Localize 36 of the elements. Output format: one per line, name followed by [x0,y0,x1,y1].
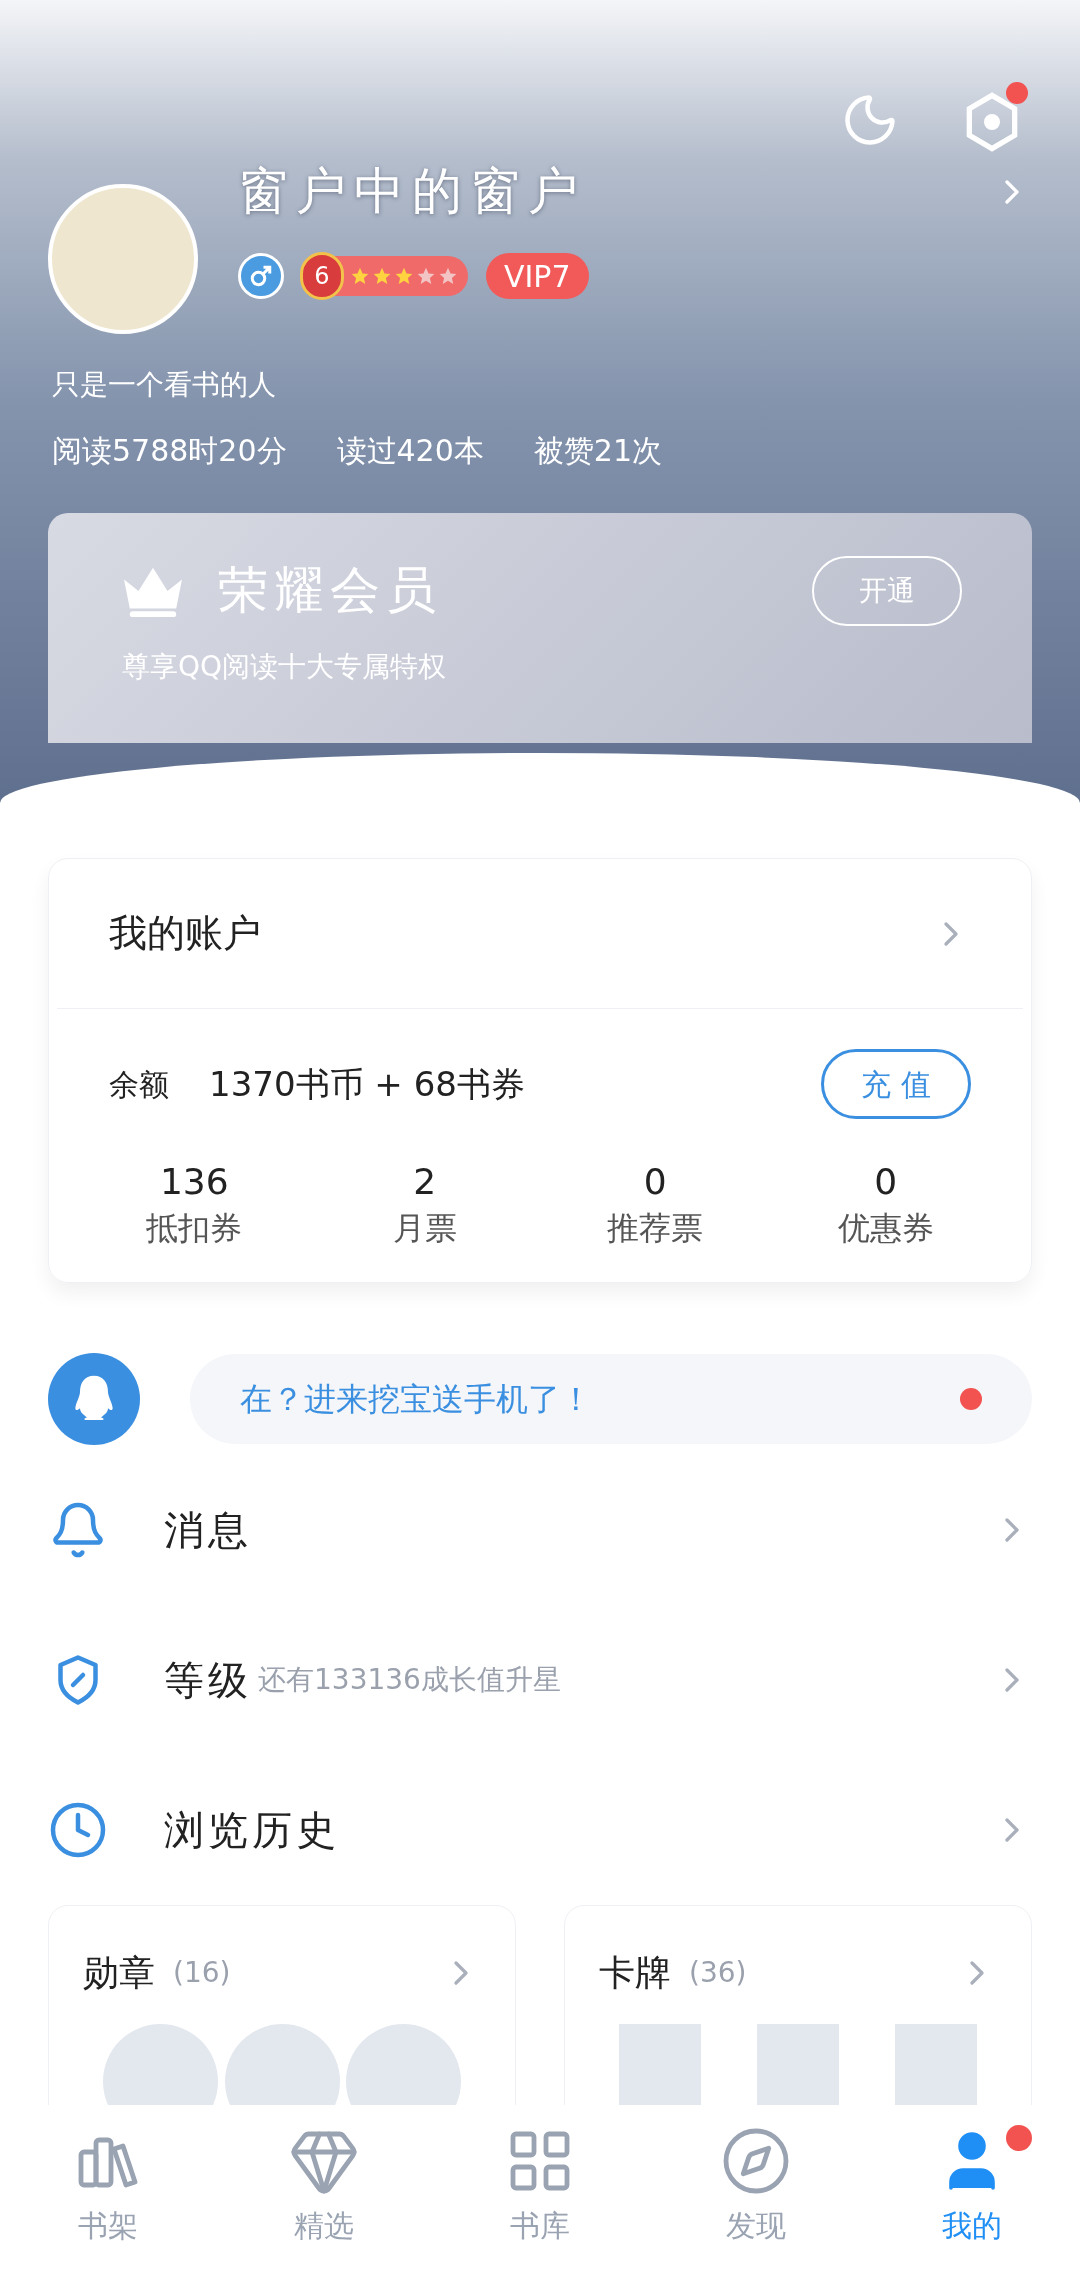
card-title: 卡牌 [599,1951,671,1995]
reading-stat: 被赞21次 [533,432,662,470]
reading-stat: 阅读5788时20分 [52,432,287,470]
star-icon [394,266,414,286]
menu-row[interactable]: 消息 [48,1455,1032,1605]
stat-label[interactable]: 月票 [392,1204,457,1252]
account-title[interactable]: 我的账户 [109,905,261,962]
stat-label[interactable]: 推荐票 [607,1204,704,1252]
male-icon [238,253,284,299]
menu-label: 消息 [164,1506,252,1555]
stat-value: 2 [413,1160,437,1204]
card-count: (16) [173,1955,231,1991]
balance-label: 余额 [109,1065,169,1104]
star-icon [438,266,458,286]
menu-label: 浏览历史 [164,1806,340,1855]
clock-icon [48,1800,108,1860]
card-count: (36) [689,1955,747,1991]
reading-stat: 读过420本 [336,432,484,470]
stat-label[interactable]: 优惠券 [837,1204,934,1252]
menu-note: 还有133136成长值升星 [258,1662,561,1698]
stat-value: 0 [643,1160,667,1204]
star-icon [350,266,370,286]
card-title: 勋章 [83,1951,155,1995]
vip-badge: VIP7 [486,253,589,299]
menu-row[interactable]: 等级 还有133136成长值升星 [48,1605,1032,1755]
menu-label: 等级 [164,1656,252,1705]
star-icon [372,266,392,286]
stat-value: 136 [159,1160,229,1204]
collection-card[interactable]: 卡牌 (36) [564,1905,1032,2105]
user-name: 窗户中的窗户 [238,161,586,222]
stat-label[interactable]: 抵扣券 [146,1204,243,1252]
menu-row[interactable]: 浏览历史 [48,1755,1032,1905]
balance-value: 1370书币 + 68书券 [209,1062,525,1106]
user-bio: 只是一个看书的人 [52,367,277,403]
star-icon [416,266,436,286]
stat-value: 0 [874,1160,898,1204]
